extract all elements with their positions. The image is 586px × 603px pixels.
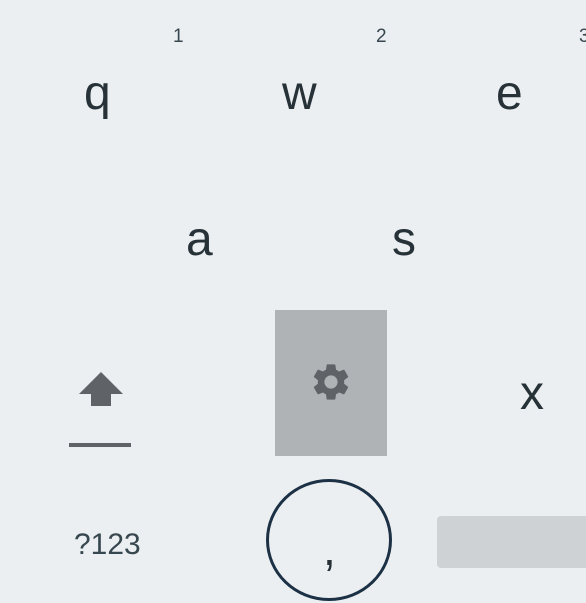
key-w-label: w — [282, 67, 317, 120]
key-e-label: e — [496, 67, 523, 120]
symbols-key[interactable]: ?123 — [50, 500, 180, 590]
key-e-hint: 3 — [579, 26, 586, 47]
key-s[interactable]: s — [350, 190, 470, 300]
gear-icon — [313, 364, 349, 400]
shift-key[interactable] — [55, 340, 155, 470]
key-x-label: x — [520, 367, 544, 420]
key-a[interactable]: a — [150, 190, 270, 300]
key-q[interactable]: q 1 — [40, 10, 190, 130]
symbols-key-label: ?123 — [74, 528, 141, 561]
on-screen-keyboard: q 1 w 2 e 3 a s x ?123 , — [0, 0, 586, 603]
key-e[interactable]: e 3 — [460, 10, 586, 130]
shift-icon — [69, 372, 131, 447]
key-w[interactable]: w 2 — [240, 10, 420, 130]
key-s-label: s — [392, 213, 416, 266]
key-q-hint: 1 — [173, 26, 184, 47]
key-x[interactable]: x — [500, 340, 586, 450]
key-comma[interactable]: , — [266, 479, 392, 601]
key-w-hint: 2 — [376, 26, 387, 47]
settings-key[interactable] — [275, 310, 387, 456]
spacebar[interactable] — [437, 516, 586, 568]
key-a-label: a — [186, 213, 213, 266]
key-comma-label: , — [323, 523, 336, 575]
key-q-label: q — [84, 67, 111, 120]
